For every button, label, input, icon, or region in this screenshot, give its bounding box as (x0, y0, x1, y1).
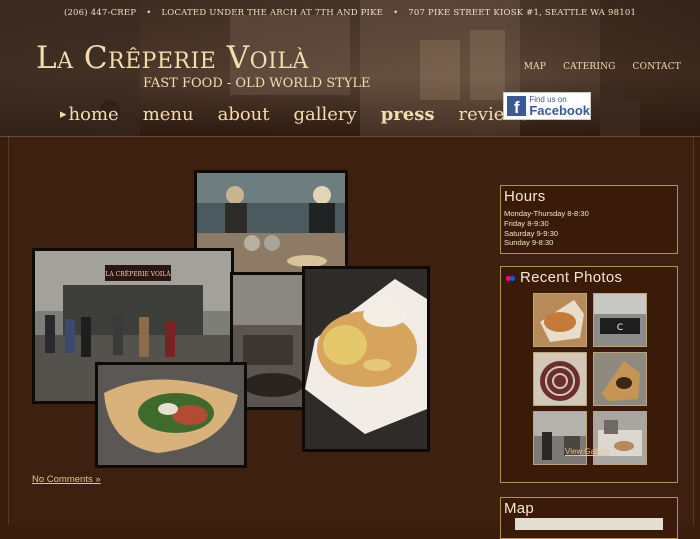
photo-thumbnail[interactable] (593, 352, 647, 406)
main-nav: home menu about gallery press reviews (60, 104, 553, 125)
collage-photo-crepe-plate (302, 266, 430, 452)
hours-item: Saturday 9-9:30 (504, 228, 559, 238)
location-text: LOCATED UNDER THE ARCH AT 7TH AND PIKE (161, 8, 384, 18)
hours-item: Monday-Thursday 8-8:30 (504, 209, 589, 218)
hours-title: Hours (504, 188, 546, 205)
nav-home[interactable]: home (60, 104, 119, 125)
collage-photo-wrap (95, 362, 247, 468)
nav-contact[interactable]: CONTACT (633, 62, 681, 72)
hours-item: Sunday 9-8:30 (504, 238, 554, 248)
nav-gallery[interactable]: gallery (294, 104, 357, 125)
nav-menu[interactable]: menu (143, 104, 194, 125)
flickr-icon (510, 275, 515, 281)
site-tagline: FAST FOOD - OLD WORLD STYLE (143, 76, 371, 91)
no-comments-link[interactable]: No Comments » (32, 474, 101, 485)
photo-thumbnail[interactable]: C (593, 293, 647, 347)
hours-box: Hours Monday-Thursday 8-8:30 Friday 8-9:… (500, 185, 678, 254)
site-title[interactable]: La Crêperie Voilà (36, 40, 309, 76)
nav-about[interactable]: about (218, 104, 270, 125)
address-text: 707 PIKE STREET KIOSK #1, SEATTLE WA 981… (408, 8, 637, 18)
recent-photos-title: Recent Photos (520, 269, 623, 286)
view-gallery-link[interactable]: View Gallery (565, 447, 610, 456)
hours-list: Monday-Thursday 8-8:30 Friday 8-9:30 Sat… (504, 209, 677, 248)
svg-text:LA CRÊPERIE VOILÀ: LA CRÊPERIE VOILÀ (105, 270, 171, 278)
map-preview[interactable] (515, 518, 663, 530)
site-header: (206) 447-CREP • LOCATED UNDER THE ARCH AT… (0, 0, 700, 137)
recent-photos-header: Recent Photos (504, 269, 677, 286)
nav-catering[interactable]: CATERING (563, 62, 615, 72)
facebook-icon: f (507, 96, 527, 116)
facebook-badge[interactable]: f Find us on Facebook (503, 92, 591, 120)
photo-thumbnail[interactable] (533, 293, 587, 347)
phone-number: (206) 447-CREP (63, 8, 137, 18)
facebook-badge-line2: Facebook (529, 102, 590, 118)
nav-press[interactable]: press (381, 104, 435, 125)
photo-thumbnail[interactable] (533, 411, 587, 465)
nav-map[interactable]: MAP (524, 62, 546, 72)
recent-photos-box: Recent Photos C View Gallery (500, 266, 678, 483)
utility-nav: MAP CATERING CONTACT (524, 62, 681, 72)
photo-thumbnail[interactable] (533, 352, 587, 406)
hours-item: Friday 8-9:30 (504, 218, 549, 228)
svg-text:C: C (617, 323, 623, 333)
map-title: Map (504, 500, 535, 517)
contact-strip: (206) 447-CREP • LOCATED UNDER THE ARCH AT… (63, 8, 637, 18)
map-box: Map (500, 497, 678, 539)
photo-thumbnail[interactable] (593, 411, 647, 465)
